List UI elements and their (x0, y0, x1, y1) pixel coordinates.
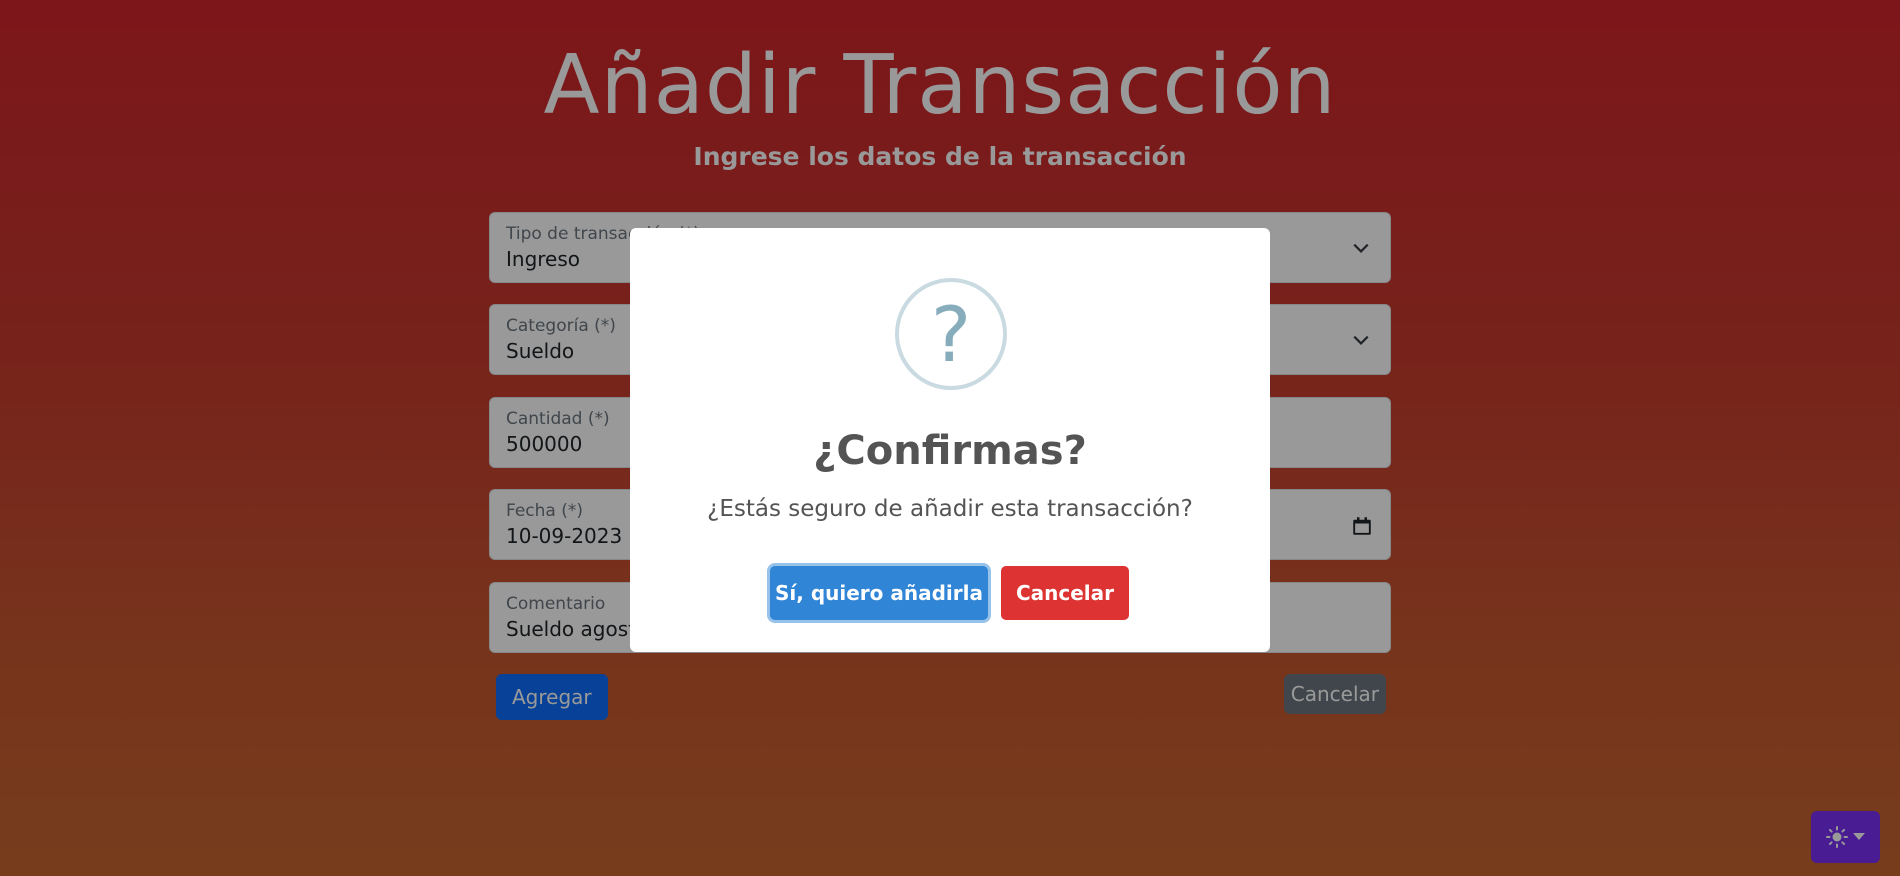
dialog-title: ¿Confirmas? (813, 428, 1087, 474)
question-icon: ? (895, 278, 1007, 390)
dialog-text: ¿Estás seguro de añadir esta transacción… (707, 496, 1193, 522)
confirm-dialog: ? ¿Confirmas? ¿Estás seguro de añadir es… (630, 228, 1270, 652)
page: Añadir Transacción Ingrese los datos de … (0, 0, 1900, 876)
dialog-cancel-button[interactable]: Cancelar (1001, 566, 1129, 620)
confirm-button[interactable]: Sí, quiero añadirla (770, 566, 988, 620)
